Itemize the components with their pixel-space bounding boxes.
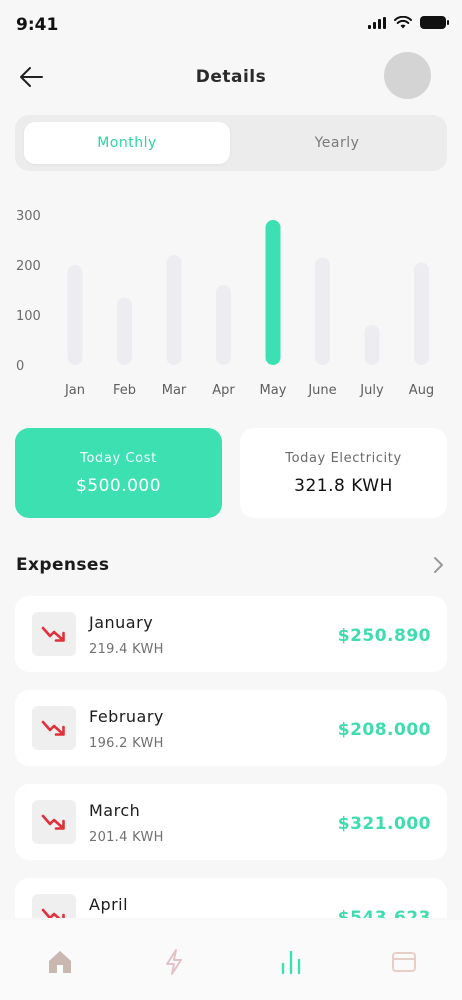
expense-item[interactable]: January 219.4 KWH $250.890 <box>15 596 447 672</box>
expense-amount: $208.000 <box>337 720 431 740</box>
status-icons <box>368 16 449 29</box>
trend-down-icon <box>32 800 76 844</box>
nav-energy[interactable] <box>156 944 192 980</box>
expense-amount: $543.623 <box>337 908 431 918</box>
x-tick-label: May <box>260 383 287 398</box>
expense-item[interactable]: April $543.623 <box>15 878 447 918</box>
expense-kwh: 196.2 KWH <box>89 736 164 751</box>
bar-apr[interactable] <box>216 285 231 365</box>
status-bar: 9:41 <box>0 0 462 50</box>
x-tick-label: Apr <box>212 383 235 398</box>
bar-may[interactable] <box>265 220 281 365</box>
x-tick-label: Mar <box>162 383 187 398</box>
usage-chart: 0 100 200 300 Jan Feb Mar Apr May June July Aug <box>0 195 462 405</box>
today-electricity-label: Today Electricity <box>285 450 402 466</box>
status-time: 9:41 <box>16 15 59 35</box>
trend-down-icon <box>32 612 76 656</box>
bar-mar[interactable] <box>166 255 182 365</box>
expenses-header: Expenses <box>16 555 448 579</box>
y-tick-label: 300 <box>16 209 41 224</box>
trend-down-icon <box>32 894 76 918</box>
chart-icon <box>281 950 301 975</box>
x-tick-label: Feb <box>113 383 136 398</box>
bar-aug[interactable] <box>414 262 429 366</box>
expense-month: February <box>89 707 164 726</box>
bar-july[interactable] <box>364 325 380 365</box>
wifi-icon <box>394 16 412 29</box>
card-icon <box>392 952 416 972</box>
today-cost-card[interactable]: Today Cost $500.000 <box>15 428 222 518</box>
y-tick-label: 200 <box>16 259 41 274</box>
expense-month: March <box>89 801 141 820</box>
bar-june[interactable] <box>315 257 330 366</box>
today-cost-value: $500.000 <box>75 475 162 496</box>
nav-stats[interactable] <box>273 944 309 980</box>
expense-month: April <box>89 895 129 914</box>
trend-down-icon <box>32 706 76 750</box>
expense-item[interactable]: February 196.2 KWH $208.000 <box>15 690 447 766</box>
tab-yearly[interactable]: Yearly <box>234 122 440 164</box>
battery-icon <box>420 16 449 29</box>
expense-amount: $250.890 <box>337 626 431 646</box>
bar-jan[interactable] <box>67 265 83 365</box>
expense-amount: $321.000 <box>337 814 431 834</box>
today-electricity-card[interactable]: Today Electricity 321.8 KWH <box>240 428 447 518</box>
bottom-nav <box>0 920 462 1000</box>
home-icon <box>49 951 71 973</box>
period-toggle: Monthly Yearly <box>15 115 447 171</box>
x-tick-label: June <box>307 383 336 398</box>
expense-month: January <box>89 613 154 632</box>
bar-feb[interactable] <box>117 297 132 366</box>
bar-chart: 0 100 200 300 Jan Feb Mar Apr May June July Aug <box>16 209 434 398</box>
avatar[interactable] <box>384 52 431 99</box>
x-tick-label: Jan <box>64 383 85 398</box>
lightning-icon <box>166 949 182 975</box>
expenses-title: Expenses <box>16 555 110 575</box>
expense-item[interactable]: March 201.4 KWH $321.000 <box>15 784 447 860</box>
expense-list: January 219.4 KWH $250.890 February 196.… <box>15 596 447 918</box>
today-cost-label: Today Cost <box>80 450 157 466</box>
expense-kwh: 201.4 KWH <box>89 830 164 845</box>
x-tick-label: July <box>359 383 384 398</box>
signal-icon <box>368 16 386 29</box>
header: Details <box>0 52 462 102</box>
nav-home[interactable] <box>42 944 78 980</box>
today-electricity-value: 321.8 KWH <box>294 475 393 496</box>
expense-kwh: 219.4 KWH <box>89 642 164 657</box>
nav-wallet[interactable] <box>386 944 422 980</box>
tab-monthly[interactable]: Monthly <box>24 122 230 164</box>
x-tick-label: Aug <box>409 383 434 398</box>
y-tick-label: 0 <box>16 359 24 374</box>
chevron-right-icon[interactable] <box>428 555 448 575</box>
y-tick-label: 100 <box>16 309 41 324</box>
